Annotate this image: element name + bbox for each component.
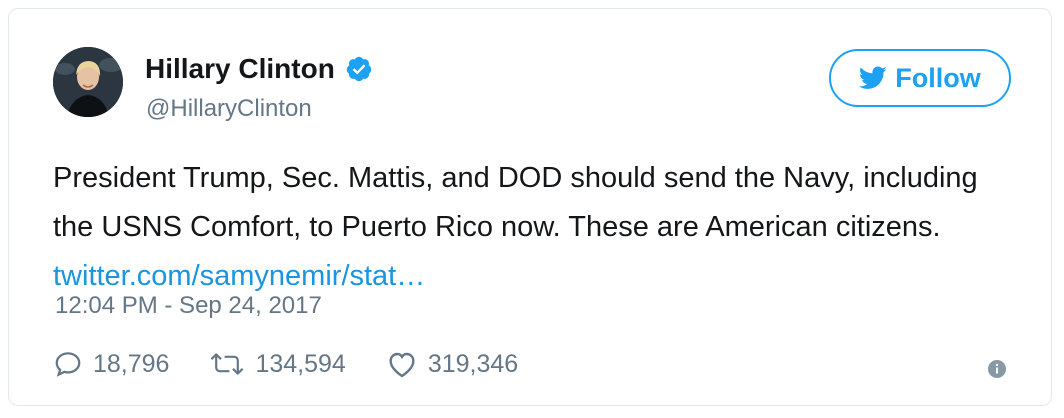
avatar[interactable] xyxy=(53,47,123,117)
like-button[interactable]: 319,346 xyxy=(386,349,518,379)
tweet-text: President Trump, Sec. Mattis, and DOD sh… xyxy=(53,154,1013,301)
twitter-bird-icon xyxy=(859,66,887,89)
tweet-timestamp[interactable]: 12:04 PM - Sep 24, 2017 xyxy=(55,291,322,321)
tweet-link[interactable]: twitter.com/samynemir/stat… xyxy=(53,260,425,292)
retweet-icon xyxy=(211,353,244,375)
retweet-count: 134,594 xyxy=(255,349,346,378)
verified-badge-icon xyxy=(345,55,373,83)
reply-icon xyxy=(55,352,81,377)
tweet-body: President Trump, Sec. Mattis, and DOD sh… xyxy=(53,162,978,243)
author-handle[interactable]: @HillaryClinton xyxy=(146,95,312,123)
like-count: 319,346 xyxy=(427,349,519,378)
reply-button[interactable]: 18,796 xyxy=(53,349,169,379)
info-icon[interactable] xyxy=(987,359,1007,379)
author-name-row: Hillary Clinton xyxy=(145,53,373,85)
tweet-actions: 18,796 134,594 319,346 xyxy=(53,347,558,381)
author-name[interactable]: Hillary Clinton xyxy=(145,53,335,85)
tweet-card: Hillary Clinton @HillaryClinton Follow P… xyxy=(8,8,1052,406)
heart-icon xyxy=(389,352,415,378)
follow-button[interactable]: Follow xyxy=(829,49,1011,107)
retweet-button[interactable]: 134,594 xyxy=(209,349,346,379)
follow-label: Follow xyxy=(895,62,981,93)
reply-count: 18,796 xyxy=(93,349,170,378)
profile-photo xyxy=(53,47,123,117)
